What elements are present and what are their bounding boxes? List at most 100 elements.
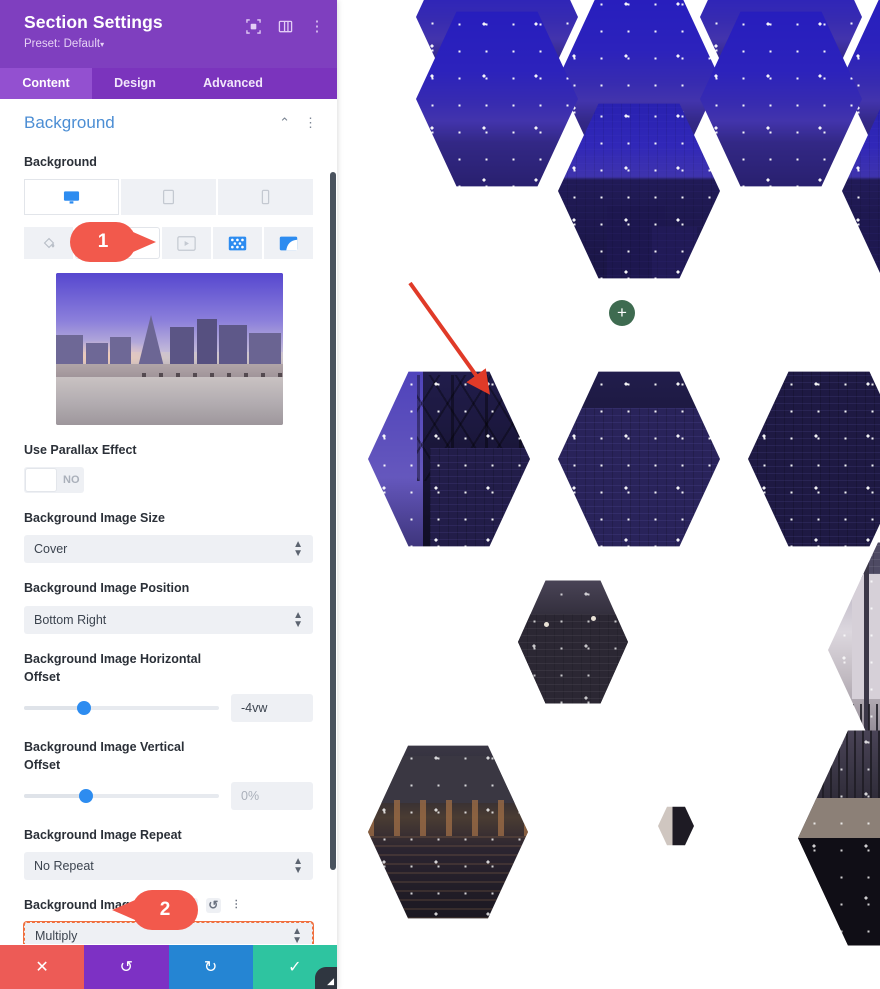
select-arrows-icon: ▲ ▼	[293, 539, 303, 560]
image-blend-value: Multiply	[35, 929, 78, 944]
image-position-field: Background Image Position Bottom Right ▲…	[0, 579, 337, 634]
hexagon-photo	[658, 806, 694, 846]
device-tabs	[24, 179, 313, 216]
pattern-icon	[228, 236, 247, 250]
vertical-offset-input[interactable]: 0%	[231, 782, 313, 810]
panel-scrollbar-thumb[interactable]	[330, 172, 336, 870]
image-size-value: Cover	[34, 542, 68, 557]
image-repeat-label: Background Image Repeat	[24, 828, 182, 842]
hexagon-tile[interactable]	[368, 371, 530, 547]
hexagon-dot-pattern	[748, 371, 880, 547]
tablet-icon	[162, 189, 175, 205]
image-size-label: Background Image Size	[24, 511, 166, 526]
hexagon-tile[interactable]	[518, 580, 628, 704]
vertical-offset-slider[interactable]	[24, 789, 219, 803]
hexagon-dot-pattern	[558, 371, 720, 547]
reset-icon[interactable]: ↺	[205, 898, 221, 913]
image-repeat-field: Background Image Repeat No Repeat ▲ ▼	[0, 826, 337, 881]
image-size-field: Background Image Size Cover ▲ ▼	[0, 509, 337, 564]
tab-advanced[interactable]: Advanced	[178, 68, 288, 99]
background-type-video[interactable]	[162, 227, 211, 260]
tab-content[interactable]: Content	[0, 68, 92, 99]
hexagon-tile[interactable]	[368, 745, 528, 919]
device-tab-tablet[interactable]	[121, 179, 216, 216]
image-blend-field: Background Image Blend ? ↺ ⋮ Multiply ▲ ▼	[0, 896, 337, 944]
add-section-button[interactable]: +	[609, 300, 635, 326]
hexagon-tile[interactable]	[558, 371, 720, 547]
select-arrows-icon: ▲ ▼	[293, 856, 303, 877]
image-blend-select[interactable]: Multiply ▲ ▼	[24, 922, 313, 944]
hexagon-dot-pattern	[798, 730, 880, 946]
tab-design[interactable]: Design	[92, 68, 178, 99]
hexagon-dot-pattern	[518, 580, 628, 704]
layout-columns-icon[interactable]	[277, 18, 293, 34]
preview-water	[56, 376, 283, 426]
preset-selector[interactable]: Preset: Default▾	[24, 38, 321, 50]
toggle-knob	[26, 469, 56, 492]
background-type-color[interactable]	[24, 227, 73, 260]
panel-scroll-area[interactable]: Background ⌃ ⋮ Background Use Parallax E…	[0, 99, 337, 944]
horizontal-offset-label: Background Image Horizontal Offset	[24, 651, 202, 684]
hexagon-tile[interactable]	[748, 371, 880, 547]
image-repeat-value: No Repeat	[34, 859, 94, 874]
horizontal-offset-row: -4vw	[24, 693, 313, 722]
expand-icon[interactable]	[245, 18, 261, 34]
vertical-offset-label: Background Image Vertical Offset	[24, 739, 185, 772]
redo-button[interactable]: ↻	[168, 945, 253, 989]
chevron-up-icon[interactable]: ⌃	[279, 115, 290, 131]
image-position-select[interactable]: Bottom Right ▲ ▼	[24, 605, 313, 634]
chevron-down-icon: ▾	[100, 40, 105, 49]
page-canvas[interactable]: +	[340, 0, 880, 989]
image-repeat-select[interactable]: No Repeat ▲ ▼	[24, 852, 313, 881]
mask-icon	[279, 236, 298, 250]
device-tab-phone[interactable]	[218, 179, 313, 216]
image-position-value: Bottom Right	[34, 612, 107, 627]
hexagon-dot-pattern	[828, 542, 880, 758]
panel-resize-handle[interactable]: ◢	[315, 967, 337, 989]
cancel-button[interactable]: ✕	[0, 945, 85, 989]
background-type-image[interactable]	[75, 227, 160, 260]
preset-label: Preset: Default	[24, 38, 101, 50]
select-arrows-icon: ▲ ▼	[293, 609, 303, 630]
more-options-icon[interactable]: ⋮	[229, 898, 244, 913]
hexagon-tile[interactable]	[658, 806, 694, 846]
parallax-value: NO	[63, 474, 80, 487]
hexagon-dot-pattern	[368, 745, 528, 919]
background-image-preview[interactable]	[56, 273, 283, 426]
image-blend-label: Background Image Blend	[24, 898, 175, 913]
device-tab-desktop[interactable]	[24, 179, 119, 216]
horizontal-offset-input[interactable]: -4vw	[231, 693, 313, 722]
more-options-icon[interactable]: ⋮	[304, 115, 317, 131]
vertical-offset-row: 0%	[24, 782, 313, 810]
color-fill-icon	[43, 237, 54, 249]
background-type-pattern[interactable]	[213, 227, 262, 260]
parallax-field: Use Parallax Effect NO	[0, 441, 337, 494]
image-position-label: Background Image Position	[24, 581, 190, 596]
image-icon	[100, 236, 119, 250]
background-type-tabs	[24, 227, 313, 260]
help-icon[interactable]: ?	[182, 897, 198, 913]
background-section-header: Background ⌃ ⋮	[0, 99, 337, 137]
video-icon	[177, 235, 196, 251]
horizontal-offset-field: Background Image Horizontal Offset -4vw	[0, 650, 337, 722]
undo-button[interactable]: ↺	[84, 945, 169, 989]
parallax-label: Use Parallax Effect	[24, 443, 137, 458]
hexagon-tile[interactable]	[828, 542, 880, 758]
background-field-group: Background	[0, 153, 337, 260]
preview-skyline	[56, 315, 283, 368]
app-root: + Section Settings Preset: Default▾ ⋮ Co…	[0, 0, 880, 989]
background-type-mask[interactable]	[264, 227, 313, 260]
hexagon-tile[interactable]	[798, 730, 880, 946]
background-label: Background	[24, 155, 97, 169]
panel-action-bar: ✕ ↺ ↻ ✓ ◢	[0, 945, 337, 989]
image-size-select[interactable]: Cover ▲ ▼	[24, 535, 313, 564]
vertical-offset-field: Background Image Vertical Offset 0%	[0, 738, 337, 810]
section-title: Background	[24, 113, 115, 132]
hexagon-dot-pattern	[368, 371, 530, 547]
settings-panel: Section Settings Preset: Default▾ ⋮ Cont…	[0, 0, 337, 989]
phone-icon	[261, 189, 270, 205]
horizontal-offset-slider[interactable]	[24, 700, 219, 715]
more-options-icon[interactable]: ⋮	[309, 18, 325, 35]
desktop-icon	[63, 190, 80, 204]
parallax-toggle[interactable]: NO	[24, 467, 84, 494]
